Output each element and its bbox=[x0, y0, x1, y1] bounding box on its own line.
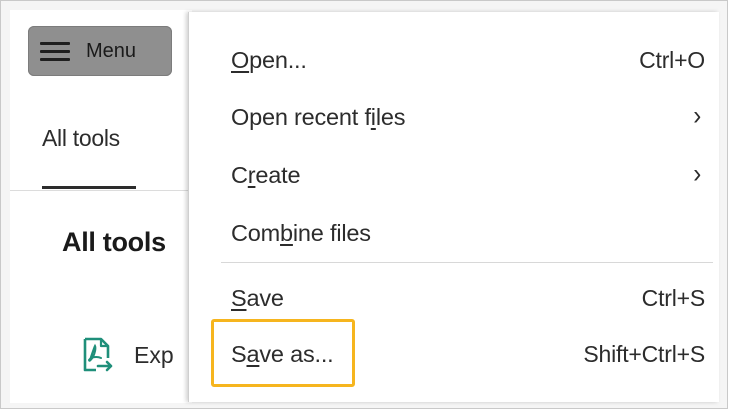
menu-item-label: Create bbox=[231, 161, 301, 188]
menu-item-label: Open... bbox=[231, 46, 307, 73]
file-menu-dropdown: Open... Ctrl+O Open recent files › Creat… bbox=[188, 12, 719, 402]
menu-button[interactable]: Menu bbox=[28, 26, 172, 76]
menu-button-label: Menu bbox=[86, 39, 137, 62]
menu-item-label: Combine files bbox=[231, 219, 371, 246]
menu-item-save[interactable]: Save Ctrl+S bbox=[231, 274, 705, 322]
shortcut-label: Ctrl+S bbox=[641, 284, 706, 311]
section-title: All tools bbox=[62, 227, 166, 257]
hamburger-icon bbox=[40, 41, 70, 61]
shortcut-label: Shift+Ctrl+S bbox=[583, 340, 705, 367]
menu-item-open[interactable]: Open... Ctrl+O bbox=[231, 36, 705, 84]
chevron-right-icon: › bbox=[693, 159, 701, 190]
app-panel: Menu All tools All tools Exp bbox=[10, 10, 192, 403]
menu-item-open-recent-files[interactable]: Open recent files › bbox=[231, 93, 705, 141]
menu-separator bbox=[221, 262, 713, 263]
tool-label: Exp bbox=[134, 341, 174, 368]
tab-divider bbox=[10, 190, 192, 191]
save-as-highlight-box bbox=[211, 319, 355, 387]
menu-item-label: Save bbox=[231, 284, 284, 311]
menu-item-label: Open recent files bbox=[231, 103, 406, 130]
tab-all-tools[interactable]: All tools bbox=[42, 125, 120, 152]
pdf-export-icon bbox=[83, 337, 113, 372]
tool-item-export[interactable]: Exp bbox=[80, 336, 174, 374]
menu-item-combine-files[interactable]: Combine files bbox=[231, 209, 705, 257]
chevron-right-icon: › bbox=[693, 101, 701, 132]
menu-item-create[interactable]: Create › bbox=[231, 151, 705, 199]
active-tab-indicator bbox=[42, 186, 136, 189]
shortcut-label: Ctrl+O bbox=[639, 46, 705, 73]
